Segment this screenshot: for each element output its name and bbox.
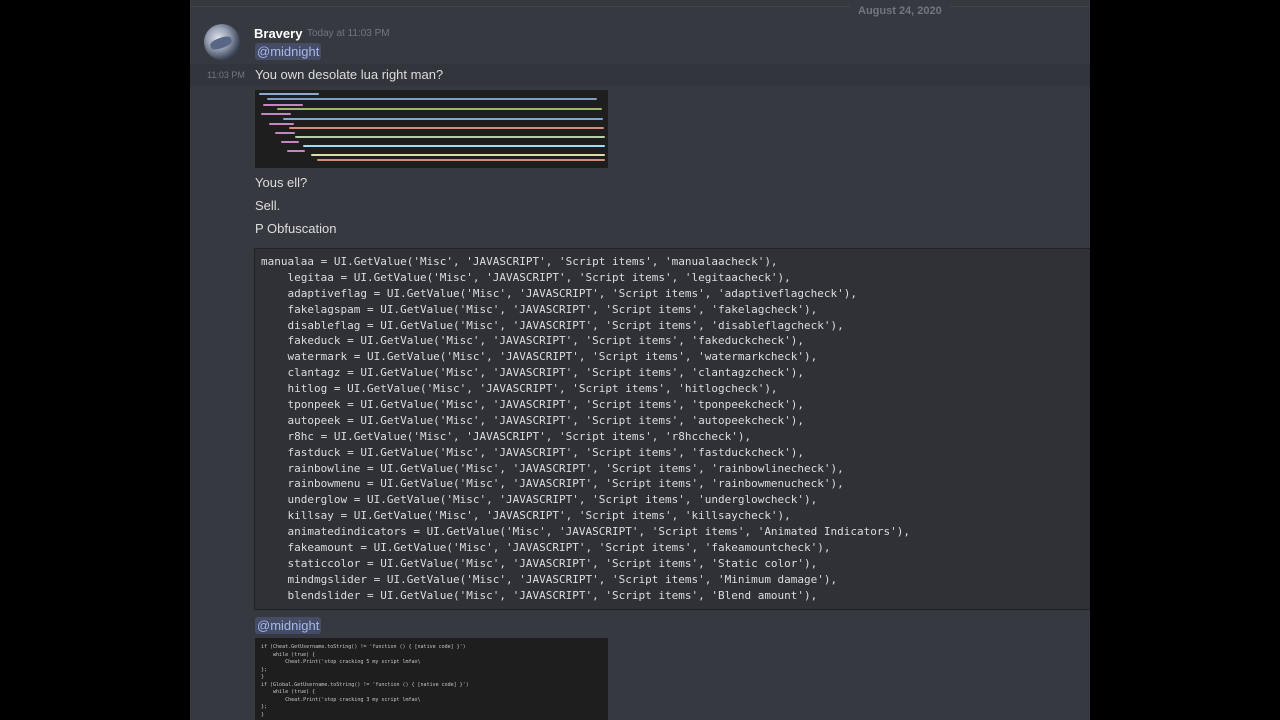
code-line: staticcolor = UI.GetValue('Misc', 'JAVAS…	[261, 556, 818, 570]
code-line: watermark = UI.GetValue('Misc', 'JAVASCR…	[261, 350, 818, 364]
attachment-code-line: };	[261, 704, 268, 710]
code-line: adaptiveflag = UI.GetValue('Misc', 'JAVA…	[261, 286, 858, 300]
code-line: hitlog = UI.GetValue('Misc', 'JAVASCRIPT…	[261, 382, 778, 396]
attachment-code-line: while (true) {	[261, 651, 316, 658]
user-mention[interactable]: @midnight	[255, 43, 322, 60]
code-line: animatedindicators = UI.GetValue('Misc',…	[261, 525, 911, 539]
code-line: fakelagspam = UI.GetValue('Misc', 'JAVAS…	[261, 302, 818, 316]
message-text: You own desolate lua right man?	[255, 67, 444, 82]
code-line: manualaa = UI.GetValue('Misc', 'JAVASCRI…	[261, 255, 778, 268]
code-line: clantagz = UI.GetValue('Misc', 'JAVASCRI…	[261, 366, 805, 380]
attachment-code-line: Cheat.Print('stop cracking 3 my script l…	[261, 696, 421, 703]
code-line: r8hc = UI.GetValue('Misc', 'JAVASCRIPT',…	[261, 429, 752, 443]
message-text: Yous ell?	[255, 175, 308, 190]
chat-panel: August 24, 2020 Bravery Today at 11:03 P…	[190, 0, 1090, 720]
code-line: underglow = UI.GetValue('Misc', 'JAVASCR…	[261, 493, 818, 507]
attachment-code-line: while (true) {	[261, 689, 316, 695]
code-block: manualaa = UI.GetValue('Misc', 'JAVASCRI…	[254, 248, 1090, 610]
code-line: fastduck = UI.GetValue('Misc', 'JAVASCRI…	[261, 445, 805, 459]
code-line: autopeek = UI.GetValue('Misc', 'JAVASCRI…	[261, 413, 805, 427]
attachment-code-line: if (Global.GetUsername.toString() != 'fu…	[261, 681, 469, 688]
date-divider-label: August 24, 2020	[850, 5, 950, 17]
message-side-timestamp: 11:03 PM	[207, 70, 245, 80]
author-name[interactable]: Bravery	[254, 26, 302, 41]
attachment-code-line: if (Cheat.GetUsername.toString() != 'fun…	[261, 644, 466, 650]
date-divider: August 24, 2020	[190, 5, 1090, 17]
code-line: blendslider = UI.GetValue('Misc', 'JAVAS…	[261, 588, 818, 602]
code-screenshot-attachment[interactable]: if (Cheat.GetUsername.toString() != 'fun…	[255, 638, 608, 720]
message-timestamp: Today at 11:03 PM	[307, 28, 390, 39]
code-line: tponpeek = UI.GetValue('Misc', 'JAVASCRI…	[261, 398, 805, 412]
message-text: Sell.	[255, 198, 281, 213]
code-line: legitaa = UI.GetValue('Misc', 'JAVASCRIP…	[261, 270, 791, 284]
code-line: killsay = UI.GetValue('Misc', 'JAVASCRIP…	[261, 509, 791, 523]
code-line: fakeduck = UI.GetValue('Misc', 'JAVASCRI…	[261, 334, 805, 348]
attachment-code-line: }	[261, 674, 265, 680]
attachment-code-line: Cheat.Print('stop cracking 5 my script l…	[261, 659, 421, 665]
code-line: rainbowmenu = UI.GetValue('Misc', 'JAVAS…	[261, 477, 844, 491]
attachment-code-line: }	[261, 711, 265, 718]
code-line: rainbowline = UI.GetValue('Misc', 'JAVAS…	[261, 461, 844, 475]
code-line: fakeamount = UI.GetValue('Misc', 'JAVASC…	[261, 541, 831, 555]
code-line: mindmgslider = UI.GetValue('Misc', 'JAVA…	[261, 572, 838, 586]
user-mention[interactable]: @midnight	[255, 617, 322, 634]
code-block-content: manualaa = UI.GetValue('Misc', 'JAVASCRI…	[255, 249, 1090, 604]
attachment-code-line: };	[261, 666, 268, 673]
message-text: P Obfuscation	[255, 221, 337, 236]
code-line: disableflag = UI.GetValue('Misc', 'JAVAS…	[261, 318, 844, 332]
code-screenshot-attachment[interactable]	[255, 90, 608, 168]
avatar[interactable]	[204, 24, 240, 60]
